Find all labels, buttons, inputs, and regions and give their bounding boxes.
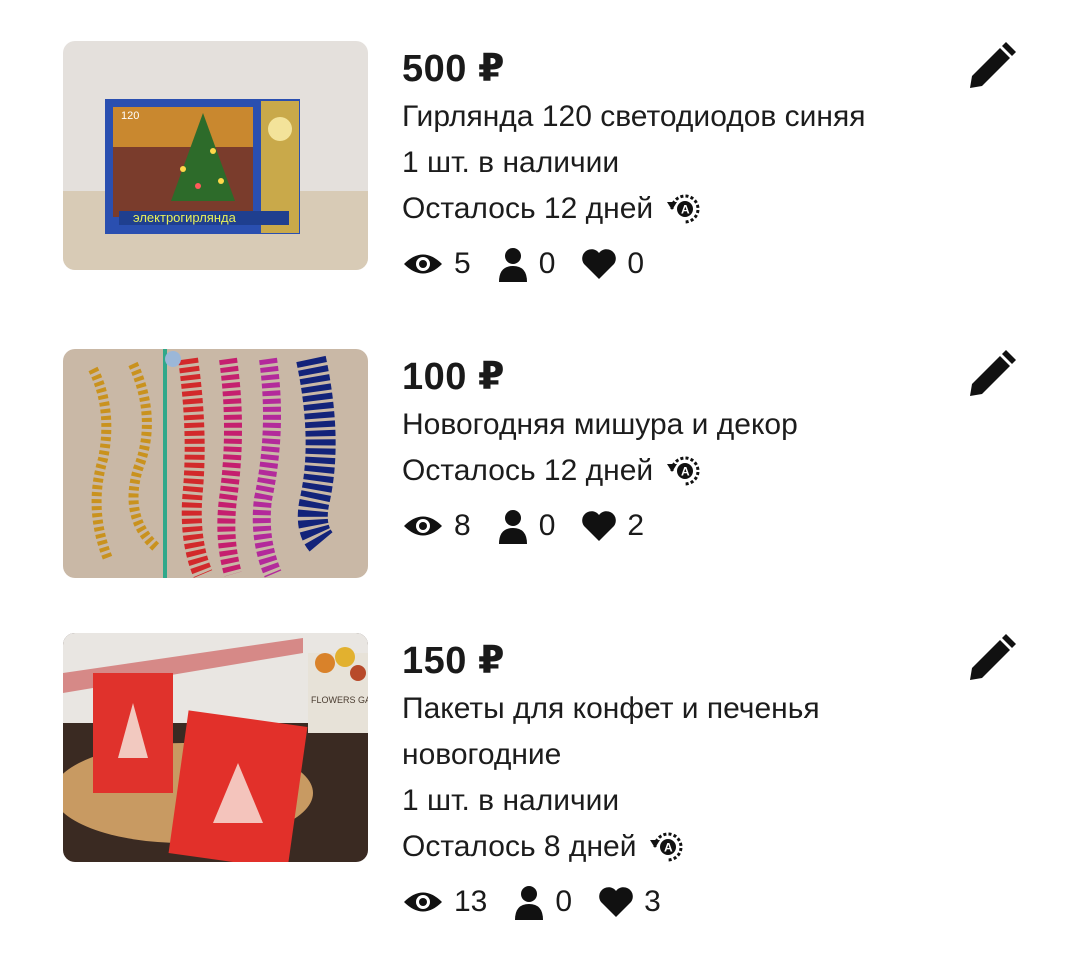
pencil-icon bbox=[970, 42, 1016, 88]
listing-price: 100 ₽ bbox=[402, 356, 505, 398]
listing-thumbnail[interactable]: электрогирлянда 120 bbox=[63, 41, 368, 270]
views-count: 8 bbox=[454, 509, 471, 542]
svg-text:A: A bbox=[681, 465, 690, 479]
pencil-icon bbox=[970, 634, 1016, 680]
remaining-text: Осталось 12 дней bbox=[402, 454, 654, 487]
contacts-stat: 0 bbox=[497, 246, 556, 282]
eye-icon bbox=[404, 516, 442, 536]
listing-stats: 8 0 2 bbox=[402, 498, 962, 554]
listing-price: 500 ₽ bbox=[402, 48, 505, 90]
remaining-text: Осталось 12 дней bbox=[402, 192, 654, 225]
contacts-count: 0 bbox=[538, 247, 556, 280]
listing-remaining: Осталось 8 дней A bbox=[402, 824, 962, 870]
pencil-icon bbox=[970, 350, 1016, 396]
views-count: 5 bbox=[454, 247, 471, 280]
listing-thumbnail[interactable] bbox=[63, 349, 368, 578]
listing-remaining: Осталось 12 дней A bbox=[402, 448, 962, 494]
eye-icon bbox=[404, 254, 442, 274]
remaining-text: Осталось 8 дней bbox=[402, 830, 637, 863]
favorites-count: 0 bbox=[627, 247, 645, 280]
tinsel-image bbox=[63, 349, 368, 578]
heart-icon bbox=[582, 511, 617, 541]
edit-button[interactable] bbox=[966, 42, 1016, 92]
svg-text:120: 120 bbox=[121, 110, 139, 122]
listing-title: Новогодняя мишура и декор bbox=[402, 408, 798, 441]
favorites-count: 3 bbox=[644, 885, 661, 918]
person-icon bbox=[498, 510, 527, 544]
candy-bags-image: FLOWERS GARDEN bbox=[63, 633, 368, 862]
autorenew-icon[interactable]: A bbox=[665, 451, 705, 491]
listing-remaining: Осталось 12 дней A bbox=[402, 186, 962, 232]
contacts-count: 0 bbox=[555, 885, 573, 918]
heart-icon bbox=[582, 249, 617, 279]
listing-thumbnail[interactable]: FLOWERS GARDEN bbox=[63, 633, 368, 862]
favorites-stat: 2 bbox=[581, 509, 644, 543]
views-stat: 5 bbox=[402, 247, 471, 281]
listing-stock: 1 шт. в наличии bbox=[402, 146, 620, 179]
heart-icon bbox=[599, 887, 633, 917]
garland-box-image: электрогирлянда 120 bbox=[63, 41, 368, 270]
autorenew-icon[interactable]: A bbox=[665, 189, 705, 229]
views-stat: 8 bbox=[402, 509, 471, 543]
listing-title: Пакеты для конфет и печенья bbox=[402, 692, 820, 725]
svg-text:A: A bbox=[664, 841, 673, 855]
contacts-count: 0 bbox=[538, 509, 556, 542]
listing-price: 150 ₽ bbox=[402, 640, 505, 682]
favorites-stat: 0 bbox=[581, 247, 644, 281]
listing-stats: 13 0 3 bbox=[402, 874, 962, 930]
autorenew-icon[interactable]: A bbox=[648, 827, 688, 867]
favorites-count: 2 bbox=[627, 509, 645, 542]
eye-icon bbox=[404, 892, 442, 912]
listing-stock: 1 шт. в наличии bbox=[402, 784, 620, 817]
favorites-stat: 3 bbox=[598, 885, 661, 919]
contacts-stat: 0 bbox=[513, 884, 572, 920]
svg-text:FLOWERS GARDEN: FLOWERS GARDEN bbox=[311, 695, 368, 705]
listing-stats: 5 0 0 bbox=[402, 236, 962, 292]
svg-text:электрогирлянда: электрогирлянда bbox=[133, 210, 237, 225]
listing-title: Гирлянда 120 светодиодов синяя bbox=[402, 100, 866, 133]
views-count: 13 bbox=[454, 885, 488, 918]
contacts-stat: 0 bbox=[497, 508, 556, 544]
listing-title-continued: новогодние bbox=[402, 738, 562, 771]
person-icon bbox=[515, 886, 544, 920]
edit-button[interactable] bbox=[966, 350, 1016, 400]
edit-button[interactable] bbox=[966, 634, 1016, 684]
person-icon bbox=[498, 248, 527, 282]
svg-text:A: A bbox=[681, 203, 690, 217]
views-stat: 13 bbox=[402, 885, 487, 919]
